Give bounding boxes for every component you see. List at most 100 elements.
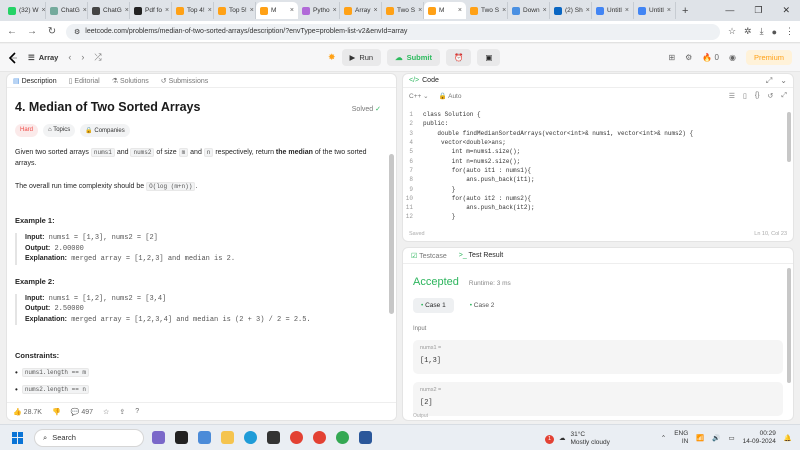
- tab-close-icon[interactable]: ×: [250, 7, 254, 14]
- browser-tab[interactable]: M ×: [424, 2, 466, 19]
- browser-tab[interactable]: ChatG ×: [46, 2, 88, 19]
- clock[interactable]: 00:29 14-09-2024: [743, 430, 776, 446]
- back-icon[interactable]: ←: [6, 26, 18, 37]
- tab-close-icon[interactable]: ×: [290, 7, 294, 14]
- menu-icon[interactable]: ⋮: [785, 26, 794, 37]
- format-icon[interactable]: ☰: [729, 92, 735, 100]
- tab-close-icon[interactable]: ×: [667, 7, 671, 14]
- tab-test-result[interactable]: >_ Test Result: [459, 252, 503, 259]
- tab-close-icon[interactable]: ×: [125, 7, 129, 14]
- widgets-icon[interactable]: [152, 431, 165, 444]
- result-scrollbar[interactable]: [787, 268, 791, 383]
- chrome-icon[interactable]: [290, 431, 303, 444]
- chevron-down-icon[interactable]: ⌄: [780, 76, 787, 86]
- layout-icon[interactable]: ⊞: [668, 53, 675, 62]
- store-icon[interactable]: [267, 431, 280, 444]
- prev-problem-icon[interactable]: ‹: [68, 52, 71, 63]
- tab-close-icon[interactable]: ×: [625, 7, 629, 14]
- code-scrollbar[interactable]: [787, 112, 791, 162]
- topics-chip[interactable]: ⌂ Topics: [43, 124, 76, 137]
- browser-tab[interactable]: Top 4! ×: [172, 2, 214, 19]
- teams-icon[interactable]: [198, 431, 211, 444]
- companies-chip[interactable]: 🔒 Companies: [80, 124, 130, 137]
- browser-tab[interactable]: Two S ×: [382, 2, 424, 19]
- streak-counter[interactable]: 🔥 0: [702, 53, 719, 62]
- tab-close-icon[interactable]: ×: [543, 7, 547, 14]
- chrome-alt-icon[interactable]: [336, 431, 349, 444]
- timer-button[interactable]: ⏰: [446, 49, 472, 66]
- tab-close-icon[interactable]: ×: [333, 7, 337, 14]
- browser-tab[interactable]: Two S ×: [466, 2, 508, 19]
- tab-close-icon[interactable]: ×: [586, 7, 590, 14]
- help-icon[interactable]: ?: [135, 408, 139, 415]
- param-value[interactable]: [1,3]: [420, 357, 776, 365]
- browser-tab[interactable]: Untitl ×: [592, 2, 634, 19]
- word-icon[interactable]: [359, 431, 372, 444]
- close-window-icon[interactable]: ✕: [782, 5, 790, 16]
- bookmark-icon[interactable]: ▯: [743, 92, 747, 100]
- browser-tab[interactable]: ChatG ×: [88, 2, 130, 19]
- like-button[interactable]: 👍 28.7K: [13, 408, 42, 416]
- browser-tab[interactable]: Top 5! ×: [214, 2, 256, 19]
- comments-button[interactable]: 💬 497: [71, 408, 93, 416]
- browser-tab[interactable]: Pytho ×: [298, 2, 340, 19]
- fullscreen-icon[interactable]: ⤢: [781, 92, 787, 100]
- run-button[interactable]: ▶ Run: [341, 49, 382, 66]
- braces-icon[interactable]: {}: [755, 92, 760, 100]
- dislike-icon[interactable]: 👎: [52, 408, 61, 416]
- notification-bell-icon[interactable]: 🔔: [784, 434, 792, 442]
- expand-icon[interactable]: ⤢: [766, 76, 772, 86]
- bookmark-star-icon[interactable]: ☆: [728, 26, 736, 37]
- tab-close-icon[interactable]: ×: [502, 7, 506, 14]
- browser-tab[interactable]: Untitl ×: [634, 2, 676, 19]
- share-icon[interactable]: ⇪: [119, 408, 125, 416]
- browser-tab[interactable]: Pdf fo ×: [130, 2, 172, 19]
- problem-list-button[interactable]: ☰ Array: [28, 53, 58, 62]
- extensions-icon[interactable]: ✲: [744, 26, 752, 37]
- settings-gear-icon[interactable]: ⚙: [685, 53, 692, 62]
- param-value[interactable]: [2]: [420, 399, 776, 407]
- tab-close-icon[interactable]: ×: [165, 7, 169, 14]
- site-info-icon[interactable]: ⚙: [74, 28, 80, 36]
- tab-solutions[interactable]: ⚗ Solutions: [112, 77, 149, 85]
- url-field[interactable]: ⚙ leetcode.com/problems/median-of-two-so…: [66, 23, 720, 40]
- premium-button[interactable]: Premium: [745, 50, 792, 65]
- tab-close-icon[interactable]: ×: [208, 7, 212, 14]
- edge-icon[interactable]: [244, 431, 257, 444]
- language-indicator[interactable]: ENG IN: [674, 430, 688, 446]
- next-problem-icon[interactable]: ›: [81, 52, 84, 63]
- browser-tab[interactable]: (2) Sh ×: [550, 2, 592, 19]
- description-scrollbar[interactable]: [389, 154, 394, 314]
- file-explorer-icon[interactable]: [221, 431, 234, 444]
- tab-case-2[interactable]: • Case 2: [462, 298, 503, 313]
- reload-icon[interactable]: ↻: [46, 26, 58, 37]
- tab-close-icon[interactable]: ×: [83, 7, 87, 14]
- minimize-icon[interactable]: —: [725, 5, 734, 16]
- tab-case-1[interactable]: • Case 1: [413, 298, 454, 313]
- tab-close-icon[interactable]: ×: [42, 7, 46, 14]
- volume-icon[interactable]: 🔊: [712, 434, 720, 442]
- chrome-profile-icon[interactable]: [313, 431, 326, 444]
- browser-tab[interactable]: Array ×: [340, 2, 382, 19]
- maximize-icon[interactable]: ❐: [754, 5, 762, 16]
- tab-submissions[interactable]: ↺ Submissions: [161, 77, 209, 85]
- submit-button[interactable]: ☁ Submit: [387, 49, 441, 66]
- browser-tab[interactable]: Down ×: [508, 2, 550, 19]
- tab-close-icon[interactable]: ×: [418, 7, 422, 14]
- notes-button[interactable]: ▣: [477, 49, 501, 66]
- browser-tab[interactable]: M ×: [256, 2, 298, 19]
- battery-icon[interactable]: ▭: [729, 434, 735, 442]
- reset-icon[interactable]: ↺: [768, 92, 774, 100]
- problem-title[interactable]: 4. Median of Two Sorted Arrays: [15, 100, 388, 114]
- favorite-star-icon[interactable]: ☆: [103, 408, 109, 416]
- profile-icon[interactable]: ●: [772, 27, 777, 37]
- task-view-icon[interactable]: [175, 431, 188, 444]
- download-icon[interactable]: ⤓: [760, 26, 764, 37]
- forward-icon[interactable]: →: [26, 26, 38, 37]
- code-editor[interactable]: 1 class Solution {2 public: 3 double findMe…: [403, 110, 793, 222]
- browser-tab[interactable]: (32) W ×: [4, 2, 46, 19]
- chevron-up-icon[interactable]: ⌃: [661, 434, 666, 442]
- tab-testcase[interactable]: ☑ Testcase: [411, 252, 447, 260]
- wifi-icon[interactable]: 📶: [696, 434, 704, 442]
- tab-close-icon[interactable]: ×: [458, 7, 462, 14]
